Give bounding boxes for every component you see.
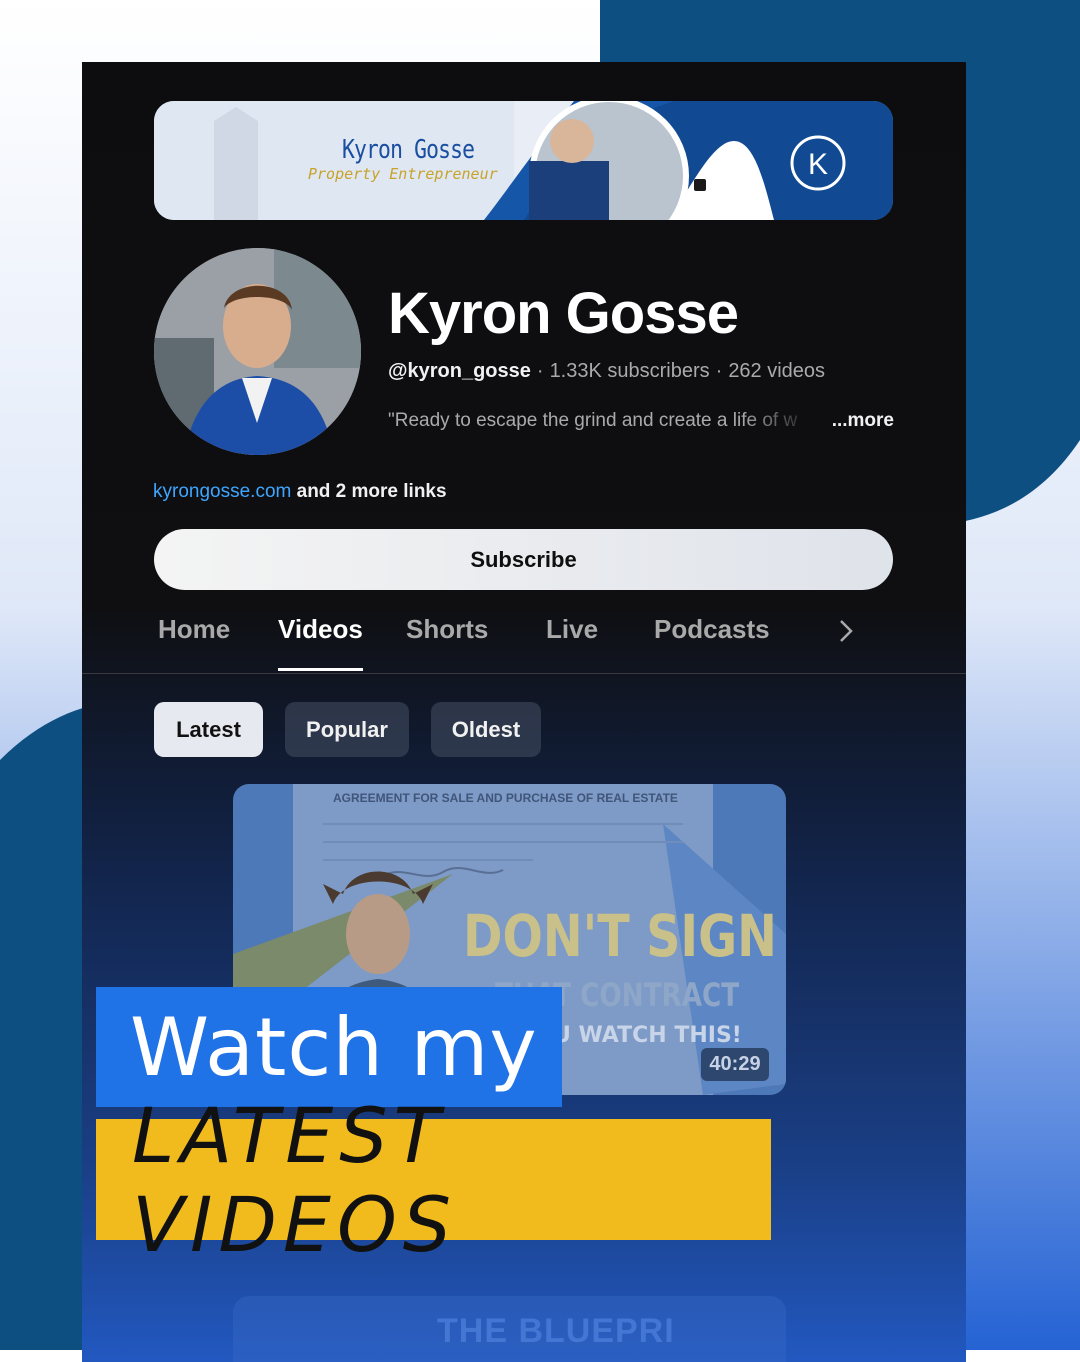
avatar-photo <box>154 248 361 455</box>
chevron-right-icon[interactable] <box>834 615 858 647</box>
filter-oldest[interactable]: Oldest <box>431 702 541 757</box>
video2-title: THE BLUEPRI <box>437 1312 675 1350</box>
caption-watch-my: Watch my <box>96 987 562 1107</box>
description-more-link[interactable]: ...more <box>832 410 894 432</box>
banner-tagline: Property Entrepreneur <box>308 165 498 183</box>
video-count: 262 videos <box>728 360 826 382</box>
tab-live[interactable]: Live <box>546 614 598 645</box>
tab-videos[interactable]: Videos <box>278 614 363 645</box>
thumb-headline: DON'T SIGN <box>463 902 777 970</box>
more-links-button[interactable]: and 2 more links <box>297 481 447 502</box>
channel-banner[interactable]: K Kyron Gosse Property Entrepreneur <box>154 101 893 220</box>
website-link[interactable]: kyrongosse.com <box>153 481 291 502</box>
channel-title: Kyron Gosse <box>388 281 739 346</box>
k-circle-logo-icon: K <box>808 148 828 181</box>
video-duration: 40:29 <box>701 1048 769 1081</box>
channel-links: kyrongosse.com and 2 more links <box>153 481 447 503</box>
subscriber-count: 1.33K subscribers <box>549 360 710 382</box>
channel-description[interactable]: "Ready to escape the grind and create a … <box>388 410 894 432</box>
tab-home[interactable]: Home <box>158 614 230 645</box>
filter-latest[interactable]: Latest <box>154 702 263 757</box>
doc-heading: AGREEMENT FOR SALE AND PURCHASE OF REAL … <box>333 791 678 805</box>
description-text: "Ready to escape the grind and create a … <box>388 410 798 431</box>
banner-name: Kyron Gosse <box>342 135 475 165</box>
subscribe-button[interactable]: Subscribe <box>154 529 893 590</box>
channel-avatar[interactable] <box>154 248 361 455</box>
channel-meta: @kyron_gosse · 1.33K subscribers · 262 video… <box>388 360 826 382</box>
thumb-subline2: U WATCH THIS! <box>553 1023 742 1048</box>
banner-graphic: K <box>154 101 893 220</box>
channel-handle[interactable]: @kyron_gosse <box>388 360 531 382</box>
active-tab-indicator <box>278 668 363 671</box>
caption-latest-videos: LATEST VIDEOS <box>96 1091 771 1269</box>
filter-popular[interactable]: Popular <box>285 702 409 757</box>
tab-podcasts[interactable]: Podcasts <box>654 614 770 645</box>
tab-shorts[interactable]: Shorts <box>406 614 488 645</box>
tabs-divider <box>82 673 966 674</box>
